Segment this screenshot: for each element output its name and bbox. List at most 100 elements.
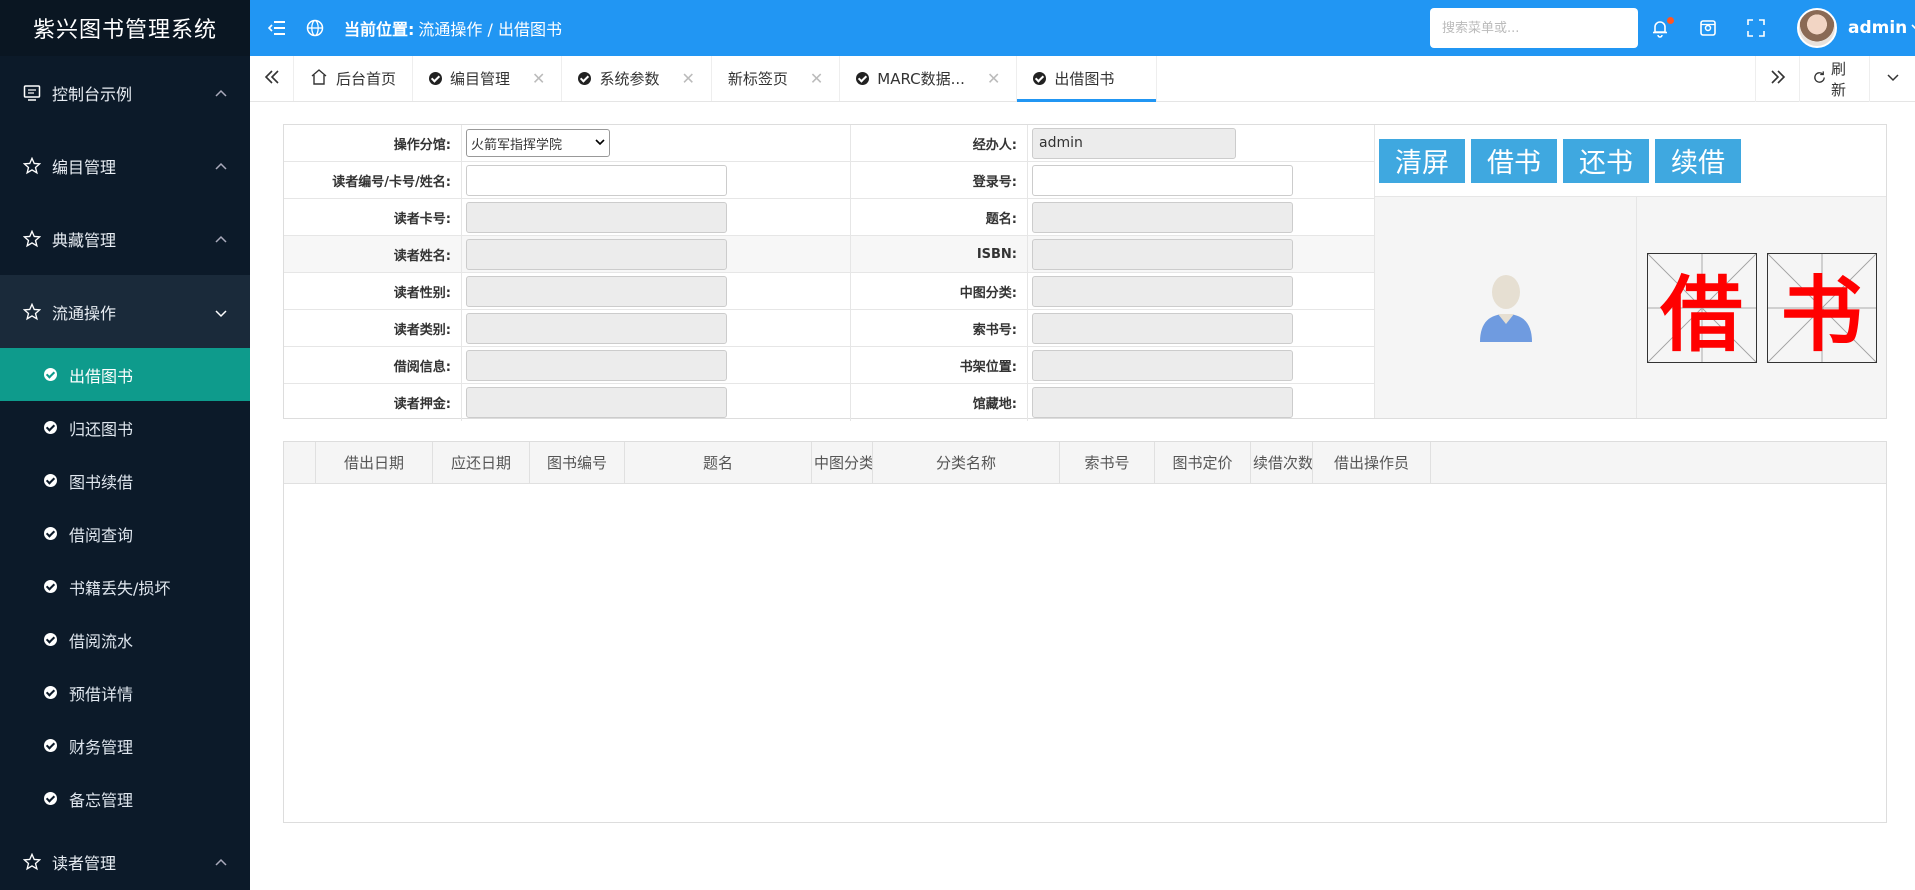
menu-group-collection[interactable]: 典藏管理 xyxy=(0,202,250,275)
chevron-up-icon xyxy=(214,855,228,869)
top-bar: 当前位置: 流通操作 / 出借图书 admin xyxy=(250,0,1915,56)
check-circle-icon xyxy=(44,633,57,646)
menu-group-cataloging[interactable]: 编目管理 xyxy=(0,129,250,202)
tabs-scroll-left[interactable] xyxy=(250,56,294,101)
tab-label: MARC数据... xyxy=(877,70,965,88)
return-button[interactable]: 还书 xyxy=(1563,138,1649,183)
tab-label: 后台首页 xyxy=(336,70,397,88)
menu-toggle-icon[interactable] xyxy=(266,17,288,39)
tab-new[interactable]: 新标签页 ✕ xyxy=(712,56,841,101)
reader-photo xyxy=(1374,197,1636,418)
menu-group-label: 控制台示例 xyxy=(52,84,133,104)
form-row: 读者姓名: ISBN: xyxy=(284,236,1374,273)
close-icon[interactable]: ✕ xyxy=(532,69,545,88)
tab-cataloging[interactable]: 编目管理 ✕ xyxy=(413,56,563,101)
menu-group-label: 编目管理 xyxy=(52,157,117,177)
reader-search-input[interactable] xyxy=(466,164,727,196)
sidebar-item-label: 借阅查询 xyxy=(69,525,134,545)
renew-button[interactable]: 续借 xyxy=(1655,138,1741,183)
theme-icon[interactable] xyxy=(1696,16,1720,40)
star-icon xyxy=(22,156,42,176)
sidebar-item-label: 归还图书 xyxy=(69,419,134,439)
form-row: 操作分馆: 火箭军指挥学院 经办人: xyxy=(284,125,1374,162)
star-icon xyxy=(22,229,42,249)
grid-header-cell[interactable]: 索书号 xyxy=(1060,442,1155,483)
double-chevron-right-icon xyxy=(1770,69,1786,89)
breadcrumb-path[interactable]: 流通操作 / 出借图书 xyxy=(418,16,562,40)
grid-header-index xyxy=(284,442,316,483)
branch-select[interactable]: 火箭军指挥学院 xyxy=(466,129,610,157)
form-row: 读者性别: 中图分类: xyxy=(284,273,1374,310)
grid-header-cell[interactable]: 续借次数 xyxy=(1251,442,1313,483)
borrow-button[interactable]: 借书 xyxy=(1471,138,1557,183)
title-label: 题名: xyxy=(851,199,1028,235)
sidebar-item-return-book[interactable]: 归还图书 xyxy=(0,401,250,454)
grid-header-cell[interactable]: 图书编号 xyxy=(530,442,625,483)
close-icon[interactable]: ✕ xyxy=(987,69,1000,88)
sidebar-item-label: 出借图书 xyxy=(69,366,134,386)
menu-group-circulation[interactable]: 流通操作 xyxy=(0,275,250,348)
double-chevron-left-icon xyxy=(264,69,280,89)
clear-button[interactable]: 清屏 xyxy=(1379,138,1465,183)
tab-home[interactable]: 后台首页 xyxy=(294,56,414,101)
notification-dot xyxy=(1667,17,1674,24)
grid-header-cell[interactable]: 借出日期 xyxy=(316,442,433,483)
check-circle-icon xyxy=(44,368,57,381)
check-circle-icon xyxy=(429,72,443,85)
avatar[interactable] xyxy=(1797,8,1837,48)
tabs-dropdown[interactable] xyxy=(1869,56,1915,102)
home-icon xyxy=(310,68,328,90)
check-circle-icon xyxy=(44,527,57,540)
bell-icon[interactable] xyxy=(1648,16,1674,40)
form-row: 借阅信息: 书架位置: xyxy=(284,347,1374,384)
menu-group-readers[interactable]: 读者管理 xyxy=(0,825,250,890)
tab-label: 新标签页 xyxy=(727,70,788,88)
fullscreen-icon[interactable] xyxy=(1744,16,1768,40)
sidebar-item-label: 图书续借 xyxy=(69,472,134,492)
grid-header-cell[interactable]: 中图分类 xyxy=(812,442,873,483)
clc-field xyxy=(1032,275,1293,307)
check-circle-icon xyxy=(44,792,57,805)
login-no-input[interactable] xyxy=(1032,164,1293,196)
menu-group-console[interactable]: 控制台示例 xyxy=(0,56,250,129)
gender-label: 读者性别: xyxy=(284,273,462,309)
sidebar-item-lost-damaged[interactable]: 书籍丢失/损坏 xyxy=(0,560,250,613)
check-circle-icon xyxy=(44,739,57,752)
topbar-actions xyxy=(1648,0,1768,56)
star-icon xyxy=(22,302,42,322)
grid-header-cell[interactable]: 应还日期 xyxy=(433,442,530,483)
tabs-scroll-right[interactable] xyxy=(1755,56,1799,102)
sidebar-item-lend-book[interactable]: 出借图书 xyxy=(0,348,250,401)
search-input[interactable] xyxy=(1430,8,1638,48)
tab-marc[interactable]: MARC数据... ✕ xyxy=(840,56,1018,101)
callno-field xyxy=(1032,312,1293,344)
sidebar-item-borrow-log[interactable]: 借阅流水 xyxy=(0,613,250,666)
refresh-button[interactable]: 刷新 xyxy=(1799,56,1869,102)
form-row: 读者押金: 馆藏地: xyxy=(284,384,1374,421)
tab-lend-book[interactable]: 出借图书 xyxy=(1017,56,1158,102)
sidebar-item-memo[interactable]: 备忘管理 xyxy=(0,772,250,825)
gender-field xyxy=(466,275,727,307)
card-label: 读者卡号: xyxy=(284,199,462,235)
user-menu[interactable]: admin xyxy=(1848,18,1915,38)
grid-header-cell[interactable]: 题名 xyxy=(625,442,812,483)
form-row: 读者卡号: 题名: xyxy=(284,199,1374,236)
tab-label: 编目管理 xyxy=(450,70,511,88)
chevron-down-icon xyxy=(214,305,228,319)
close-icon[interactable]: ✕ xyxy=(810,69,823,88)
grid-header-cell[interactable]: 借出操作员 xyxy=(1313,442,1431,483)
globe-icon[interactable] xyxy=(304,17,326,39)
tab-system-params[interactable]: 系统参数 ✕ xyxy=(562,56,712,101)
tab-controls: 刷新 xyxy=(1755,56,1915,102)
close-icon[interactable]: ✕ xyxy=(681,69,694,88)
sidebar-item-finance[interactable]: 财务管理 xyxy=(0,719,250,772)
grid-header-cell[interactable]: 分类名称 xyxy=(873,442,1060,483)
grid-header-cell[interactable]: 图书定价 xyxy=(1155,442,1251,483)
sidebar-item-renew-book[interactable]: 图书续借 xyxy=(0,454,250,507)
reader-type-label: 读者类别: xyxy=(284,310,462,346)
sidebar-item-borrow-query[interactable]: 借阅查询 xyxy=(0,507,250,560)
sidebar-item-label: 书籍丢失/损坏 xyxy=(69,578,171,598)
user-placeholder-icon xyxy=(1474,268,1538,348)
menu-group-label: 流通操作 xyxy=(52,303,117,323)
sidebar-item-reservation[interactable]: 预借详情 xyxy=(0,666,250,719)
